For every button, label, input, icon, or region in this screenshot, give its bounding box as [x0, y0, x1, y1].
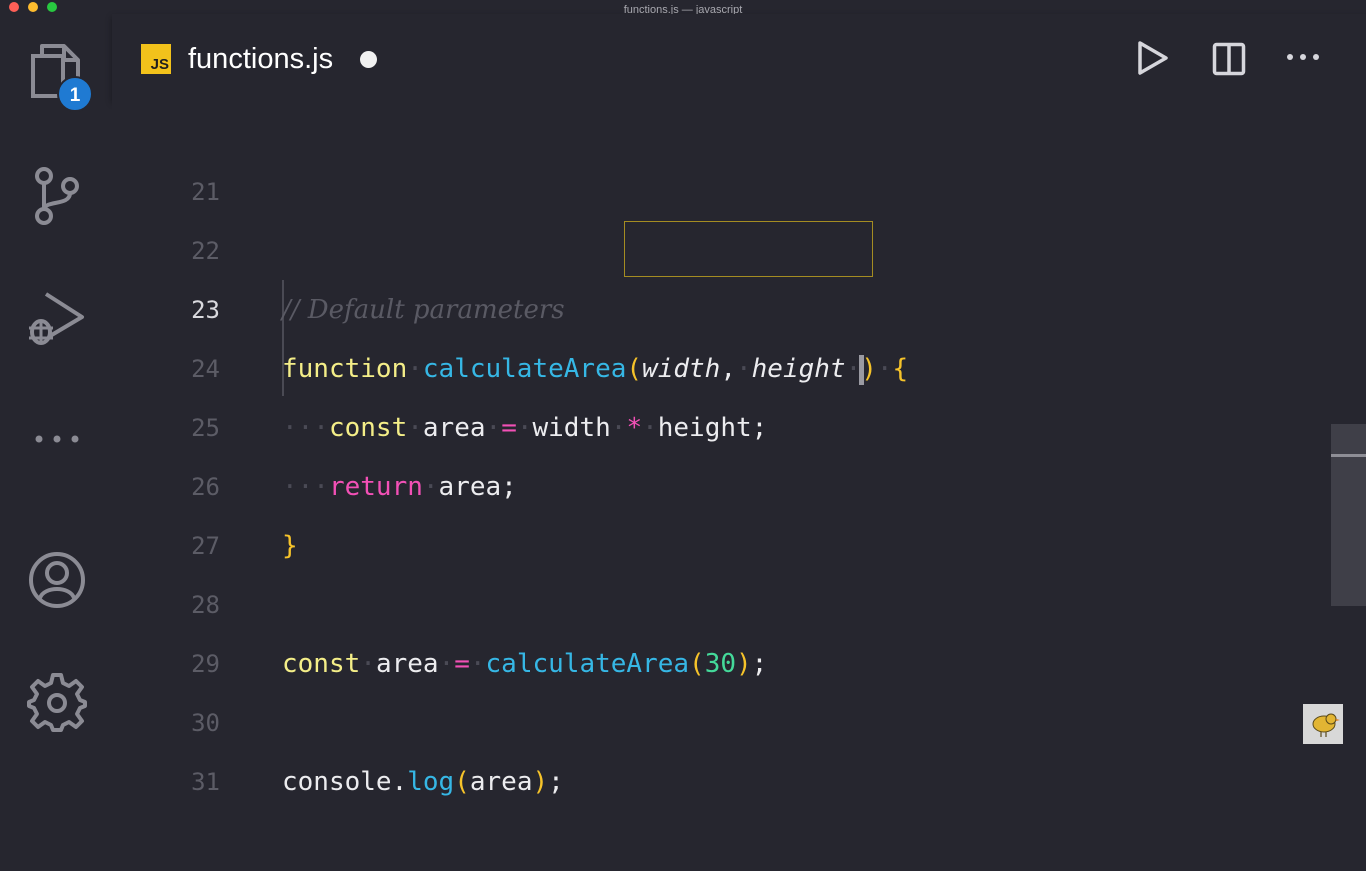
code-editor[interactable]: 21 22 // Default parameters 23 function·… [112, 100, 1366, 797]
semicolon-token: ; [548, 767, 564, 797]
line-number: 31 [191, 768, 220, 796]
code-line[interactable]: 22 // Default parameters [112, 163, 1330, 325]
code-line[interactable]: 28 const·area·=·calculateArea(30); [112, 517, 1330, 679]
source-control-icon[interactable] [32, 166, 82, 226]
scrollbar-thumb[interactable] [1331, 424, 1366, 606]
method-token: log [407, 767, 455, 797]
close-window-button[interactable] [9, 2, 19, 12]
scrollbar-cursor-marker [1331, 454, 1366, 457]
code-line[interactable]: 29 [112, 576, 1330, 678]
editor-tab-bar: JS functions.js [112, 14, 1366, 100]
explorer-badge: 1 [57, 76, 93, 112]
identifier-token: area [469, 767, 533, 797]
code-line[interactable]: 21 [112, 104, 1330, 206]
code-line[interactable]: 27 [112, 458, 1330, 560]
code-line[interactable]: 30 console.log(area); [112, 635, 1330, 797]
code-line[interactable]: 23 function·calculateArea(width,·height·… [112, 222, 1330, 385]
code-line[interactable]: 31 [112, 694, 1330, 796]
account-icon[interactable] [27, 550, 87, 610]
javascript-file-icon: JS [141, 44, 171, 74]
code-line[interactable]: 26 } [112, 399, 1330, 561]
open-paren-token: ( [454, 767, 470, 797]
title-bar: functions.js — javascript [0, 0, 1366, 16]
play-icon[interactable] [1136, 40, 1170, 76]
minimize-window-button[interactable] [28, 2, 38, 12]
code-line[interactable]: 25 ···return·area; [112, 340, 1330, 502]
split-editor-icon[interactable] [1212, 42, 1246, 76]
dot-token: . [391, 767, 408, 797]
run-debug-icon[interactable] [26, 290, 88, 352]
code-line[interactable]: 24 ···const·area·=·width·*·height; [112, 281, 1330, 443]
bird-logo-icon [1303, 704, 1343, 744]
activity-bar: 1 [0, 14, 112, 768]
zoom-window-button[interactable] [47, 2, 57, 12]
tab-functions-js[interactable]: functions.js [188, 40, 333, 78]
close-paren-token: ) [532, 767, 549, 797]
settings-icon[interactable] [27, 672, 87, 732]
identifier-token: console [282, 767, 392, 797]
ellipsis-icon[interactable] [1286, 52, 1320, 62]
unsaved-indicator-icon[interactable] [360, 51, 377, 68]
more-icon[interactable] [34, 432, 80, 446]
